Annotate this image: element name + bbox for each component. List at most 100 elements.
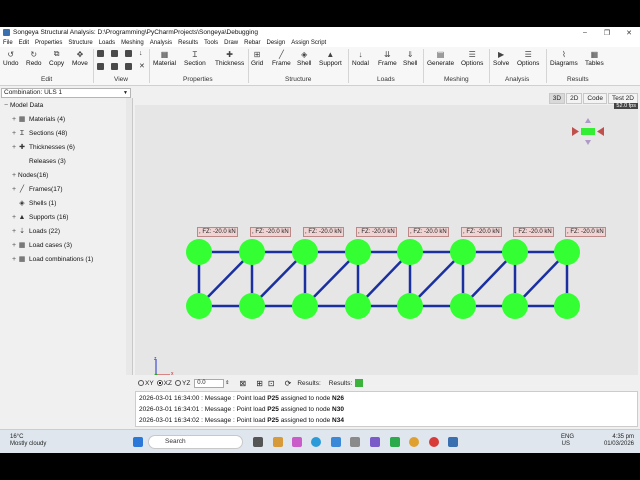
- expand-icon[interactable]: +: [10, 130, 18, 137]
- minimize-icon[interactable]: –: [574, 27, 596, 38]
- view-top-icon[interactable]: [97, 63, 104, 70]
- redo-button[interactable]: ↻ Redo: [26, 49, 42, 68]
- view-cube-icon[interactable]: [572, 118, 604, 145]
- app-icon[interactable]: [350, 437, 360, 447]
- tree-item-load-combinations[interactable]: + ▦ Load combinations (1): [10, 254, 93, 264]
- system-tray[interactable]: ENG US 4:35 pm 01/03/2026: [561, 434, 634, 448]
- tree-scrollbar[interactable]: [126, 98, 132, 375]
- plane-xy-radio[interactable]: XY: [138, 380, 154, 387]
- expand-icon[interactable]: +: [10, 214, 18, 221]
- generate-mesh-button[interactable]: ▤ Generate: [427, 49, 454, 68]
- shell-load-button[interactable]: ⇓ Shell: [403, 49, 417, 68]
- frame-load-button[interactable]: ⇊ Frame: [378, 49, 397, 68]
- results-color-swatch[interactable]: [355, 379, 364, 387]
- spinner-icon[interactable]: ⇕: [225, 380, 229, 386]
- view-down-icon[interactable]: ↓: [139, 50, 146, 57]
- expand-icon[interactable]: +: [10, 116, 18, 123]
- collapse-icon[interactable]: −: [2, 102, 10, 109]
- view-select-icon[interactable]: [97, 50, 104, 57]
- tree-item-shells[interactable]: ◈ Shells (1): [18, 198, 56, 208]
- snap-icon[interactable]: ⊠: [240, 379, 247, 388]
- expand-icon[interactable]: +: [10, 172, 18, 179]
- app-icon[interactable]: [292, 437, 302, 447]
- chrome-icon[interactable]: [409, 437, 419, 447]
- maximize-icon[interactable]: ❐: [596, 27, 618, 38]
- tree-item-frames[interactable]: + ╱ Frames(17): [10, 184, 63, 194]
- view-arrow-up-icon[interactable]: [585, 118, 591, 123]
- tab-2d[interactable]: 2D: [566, 93, 583, 104]
- node[interactable]: [450, 239, 476, 265]
- menu-loads[interactable]: Loads: [99, 40, 115, 46]
- expand-icon[interactable]: +: [10, 256, 18, 263]
- support-button[interactable]: ▲ Support: [319, 49, 342, 68]
- node[interactable]: [397, 293, 423, 319]
- node[interactable]: [239, 293, 265, 319]
- solve-button[interactable]: ▶ Solve: [493, 49, 509, 68]
- menu-analysis[interactable]: Analysis: [150, 40, 172, 46]
- structure-drawing[interactable]: [135, 105, 638, 375]
- grid-toggle-icon[interactable]: ⊞: [256, 379, 263, 388]
- expand-icon[interactable]: +: [10, 242, 18, 249]
- thickness-button[interactable]: ✚ Thickness: [215, 49, 244, 68]
- node[interactable]: [554, 293, 580, 319]
- plane-offset-input[interactable]: 0.0: [194, 378, 225, 388]
- tables-button[interactable]: ▦ Tables: [585, 49, 604, 68]
- close-icon[interactable]: ✕: [618, 27, 640, 38]
- tree-item-releases[interactable]: Releases (3): [18, 156, 66, 166]
- analysis-options-button[interactable]: ☰ Options: [517, 49, 539, 68]
- tree-root[interactable]: − Model Data: [2, 100, 43, 110]
- tree-item-nodes[interactable]: + Nodes(16): [10, 170, 48, 180]
- node[interactable]: [450, 293, 476, 319]
- node[interactable]: [502, 239, 528, 265]
- view-arrow-down-icon[interactable]: [585, 140, 591, 145]
- node[interactable]: [345, 239, 371, 265]
- view-fit-icon[interactable]: [125, 50, 132, 57]
- node[interactable]: [554, 239, 580, 265]
- model-viewport[interactable]: z x , FZ: -20.0 kN, FZ: -20.0 kN, FZ: -2…: [135, 105, 638, 377]
- combination-select[interactable]: Combination: ULS 1 ▼: [1, 88, 131, 98]
- node[interactable]: [186, 239, 212, 265]
- menu-file[interactable]: File: [3, 40, 13, 46]
- node[interactable]: [239, 239, 265, 265]
- weather-widget[interactable]: 16°C Mostly cloudy: [10, 434, 46, 448]
- expand-icon[interactable]: +: [10, 186, 18, 193]
- mesh-options-button[interactable]: ☰ Options: [461, 49, 483, 68]
- node[interactable]: [502, 293, 528, 319]
- plane-xz-radio[interactable]: XZ: [156, 380, 172, 387]
- node[interactable]: [397, 239, 423, 265]
- tree-item-sections[interactable]: + Ɪ Sections (48): [10, 128, 67, 138]
- move-button[interactable]: ✥ Move: [72, 49, 88, 68]
- tab-code[interactable]: Code: [583, 93, 607, 104]
- windows-start-icon[interactable]: [133, 437, 143, 447]
- view-front-icon[interactable]: [111, 63, 118, 70]
- expand-icon[interactable]: +: [10, 144, 18, 151]
- vs-icon[interactable]: [370, 437, 380, 447]
- shell-button[interactable]: ◈ Shell: [297, 49, 311, 68]
- task-view-icon[interactable]: [253, 437, 263, 447]
- songeya-icon[interactable]: [448, 437, 458, 447]
- menu-assign-script[interactable]: Assign Script: [291, 40, 326, 46]
- plane-yz-radio[interactable]: YZ: [174, 380, 190, 387]
- copy-button[interactable]: ⧉ Copy: [49, 49, 64, 67]
- view-arrow-left-icon[interactable]: [597, 127, 604, 136]
- file-explorer-icon[interactable]: [273, 437, 283, 447]
- tree-item-load-cases[interactable]: + ▦ Load cases (3): [10, 240, 72, 250]
- search-input[interactable]: Search: [148, 435, 243, 449]
- tree-item-supports[interactable]: + ▲ Supports (16): [10, 212, 68, 222]
- menu-properties[interactable]: Properties: [35, 40, 62, 46]
- menu-edit[interactable]: Edit: [19, 40, 29, 46]
- node[interactable]: [345, 293, 371, 319]
- material-button[interactable]: ▦ Material: [153, 49, 176, 68]
- app-icon[interactable]: [429, 437, 439, 447]
- tree-item-materials[interactable]: + ▦ Materials (4): [10, 114, 65, 124]
- section-button[interactable]: Ɪ Section: [184, 49, 206, 68]
- undo-button[interactable]: ↺ Undo: [3, 49, 19, 68]
- view-arrow-right-icon[interactable]: [572, 127, 579, 136]
- store-icon[interactable]: [331, 437, 341, 447]
- node[interactable]: [292, 293, 318, 319]
- menu-draw[interactable]: Draw: [224, 40, 238, 46]
- expand-icon[interactable]: +: [10, 228, 18, 235]
- menu-tools[interactable]: Tools: [204, 40, 218, 46]
- menu-structure[interactable]: Structure: [68, 40, 92, 46]
- frame-button[interactable]: ╱ Frame: [272, 49, 291, 68]
